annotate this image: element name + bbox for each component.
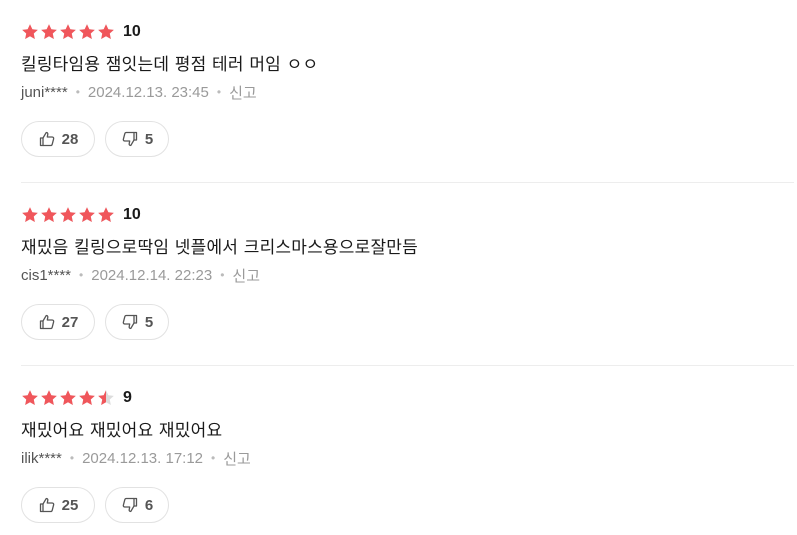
- author-name: ilik****: [21, 449, 62, 467]
- review-text: 킬링타임용 잼잇는데 평점 테러 머임 ㅇㅇ: [21, 55, 319, 75]
- rating-row: 10: [21, 20, 794, 44]
- star-rating: [21, 389, 115, 407]
- separator-dot: •: [216, 85, 222, 99]
- separator-dot: •: [220, 268, 225, 282]
- star-icon: [22, 24, 38, 39]
- star-icon: [79, 24, 95, 39]
- review-meta: cis1**** • 2024.12.14. 22:23 • 신고: [21, 263, 794, 287]
- separator-dot: •: [69, 451, 75, 465]
- thumbs-down-icon: [121, 130, 139, 148]
- author-name: cis1****: [21, 266, 72, 284]
- star-icon: [79, 207, 95, 222]
- thumbs-up-icon: [38, 313, 56, 331]
- rating-score: 10: [123, 206, 141, 223]
- report-link[interactable]: 신고: [229, 82, 257, 103]
- thumbs-up-icon: [38, 130, 56, 148]
- author-name: juni****: [21, 83, 68, 101]
- star-icon: [22, 207, 38, 222]
- vote-actions: 28 5: [21, 121, 794, 157]
- thumbs-down-icon: [121, 496, 139, 514]
- vote-actions: 27 5: [21, 304, 794, 340]
- report-link[interactable]: 신고: [232, 265, 260, 286]
- like-count: 28: [61, 130, 79, 148]
- review-text: 재밌음 킬링으로딱임 넷플에서 크리스마스용으로잘만듬: [21, 238, 418, 258]
- star-rating: [21, 206, 115, 224]
- like-count: 27: [61, 313, 79, 331]
- like-button[interactable]: 28: [21, 121, 95, 157]
- review-date: 2024.12.13. 17:12: [82, 449, 204, 467]
- star-icon: [41, 207, 57, 222]
- rating-row: 9: [21, 386, 794, 410]
- thumbs-up-icon: [38, 496, 56, 514]
- separator-dot: •: [75, 85, 80, 99]
- star-icon: [98, 24, 114, 39]
- review-meta: juni**** • 2024.12.13. 23:45 • 신고: [21, 80, 794, 104]
- star-icon: [60, 207, 76, 222]
- dislike-count: 5: [144, 313, 154, 331]
- like-button[interactable]: 27: [21, 304, 95, 340]
- dislike-button[interactable]: 5: [105, 304, 169, 340]
- divider: [21, 182, 794, 183]
- review-date: 2024.12.14. 22:23: [91, 266, 213, 284]
- report-link[interactable]: 신고: [223, 448, 251, 469]
- like-button[interactable]: 25: [21, 487, 95, 523]
- star-icon: [98, 207, 114, 222]
- star-icon: [22, 390, 38, 405]
- review-meta: ilik**** • 2024.12.13. 17:12 • 신고: [21, 446, 794, 470]
- review-date: 2024.12.13. 23:45: [87, 83, 209, 101]
- star-icon: [41, 390, 57, 405]
- separator-dot: •: [211, 451, 216, 465]
- review-item: 10 킬링타임용 잼잇는데 평점 테러 머임 ㅇㅇ juni**** • 202…: [21, 20, 794, 157]
- divider: [21, 365, 794, 366]
- star-icon: [41, 24, 57, 39]
- thumbs-down-icon: [121, 313, 139, 331]
- dislike-button[interactable]: 6: [105, 487, 169, 523]
- star-icon: [79, 390, 95, 405]
- separator-dot: •: [79, 268, 84, 282]
- review-item: 9 재밌어요 재밌어요 재밌어요 ilik**** • 2024.12.13. …: [21, 386, 794, 523]
- dislike-count: 6: [144, 496, 154, 514]
- star-icon: [98, 390, 114, 405]
- star-rating: [21, 23, 115, 41]
- review-item: 10 재밌음 킬링으로딱임 넷플에서 크리스마스용으로잘만듬 cis1**** …: [21, 203, 794, 340]
- dislike-count: 5: [144, 130, 154, 148]
- rating-score: 9: [123, 389, 132, 406]
- vote-actions: 25 6: [21, 487, 794, 523]
- like-count: 25: [61, 496, 79, 514]
- rating-row: 10: [21, 203, 794, 227]
- dislike-button[interactable]: 5: [105, 121, 169, 157]
- star-icon: [60, 24, 76, 39]
- rating-score: 10: [123, 23, 141, 40]
- star-icon: [60, 390, 76, 405]
- review-text: 재밌어요 재밌어요 재밌어요: [21, 421, 223, 441]
